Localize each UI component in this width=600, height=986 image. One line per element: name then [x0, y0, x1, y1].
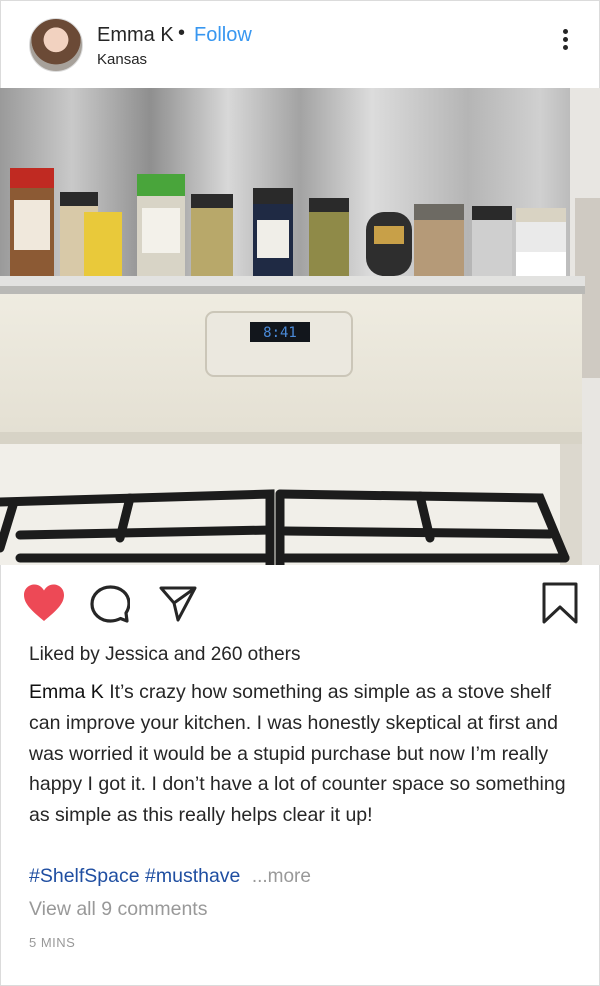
hashtags: #ShelfSpace #musthave ...more — [29, 862, 311, 891]
comment-icon[interactable] — [90, 585, 131, 625]
follow-button[interactable]: Follow — [194, 24, 252, 47]
caption-text: It’s crazy how something as simple as a … — [29, 681, 566, 827]
username[interactable]: Emma K — [97, 24, 174, 47]
post-timestamp: 5 MINS — [29, 935, 76, 950]
likes-and: and — [173, 644, 206, 665]
avatar[interactable] — [29, 18, 83, 72]
post-caption: Emma K It’s crazy how something as simpl… — [29, 677, 574, 831]
post-actions — [0, 565, 600, 640]
likes-prefix: Liked by — [29, 644, 100, 665]
share-icon[interactable] — [158, 584, 198, 624]
hashtag-link[interactable]: #ShelfSpace — [29, 865, 140, 887]
separator-dot: • — [178, 22, 186, 44]
bookmark-icon[interactable] — [540, 581, 580, 625]
heart-filled-icon[interactable] — [22, 583, 66, 623]
first-liker[interactable]: Jessica — [105, 644, 168, 665]
caption-author[interactable]: Emma K — [29, 681, 104, 703]
view-all-comments[interactable]: View all 9 comments — [29, 898, 207, 921]
hashtag-link[interactable]: #musthave — [145, 865, 240, 887]
location-label[interactable]: Kansas — [97, 51, 147, 68]
post-photo[interactable]: 8:41 — [0, 88, 600, 565]
likes-others[interactable]: 260 others — [211, 644, 301, 665]
more-link[interactable]: ...more — [252, 866, 311, 887]
more-vertical-icon[interactable] — [555, 29, 575, 59]
likes-summary: Liked by Jessica and 260 others — [29, 644, 300, 666]
oven-clock: 8:41 — [263, 325, 297, 341]
post-header: Emma K • Follow Kansas — [0, 0, 600, 88]
